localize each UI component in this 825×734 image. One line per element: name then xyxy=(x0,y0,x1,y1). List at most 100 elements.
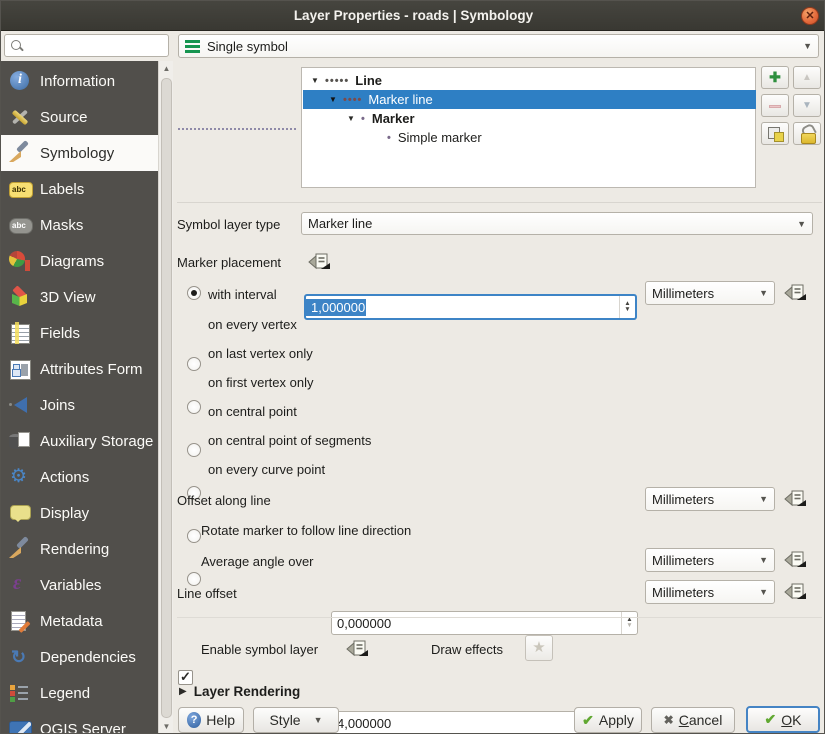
tree-row-marker[interactable]: ▼ • Marker xyxy=(303,109,756,128)
diagrams-icon xyxy=(9,250,31,272)
chevron-down-icon: ▼ xyxy=(759,494,768,504)
radio-on-every-vertex[interactable] xyxy=(187,357,201,371)
search-input[interactable] xyxy=(25,36,163,55)
average-angle-over-unit-combo[interactable]: Millimeters ▼ xyxy=(645,548,775,572)
sidebar-item-information[interactable]: Information xyxy=(1,63,158,99)
sidebar-item-actions[interactable]: Actions xyxy=(1,459,158,495)
rendering-icon xyxy=(9,538,31,560)
radio-on-central-point-of-segments[interactable] xyxy=(187,529,201,543)
symbol-layer-type-label: Symbol layer type xyxy=(177,217,280,232)
line-offset-unit-combo[interactable]: Millimeters ▼ xyxy=(645,580,775,604)
symbol-layer-type-combo[interactable]: Marker line ▼ xyxy=(301,212,813,235)
duplicate-symbol-layer-button[interactable] xyxy=(761,122,789,145)
cancel-button[interactable]: ✖ Cancel xyxy=(651,707,735,733)
sidebar-item-display[interactable]: Display xyxy=(1,495,158,531)
chevron-down-icon: ▼ xyxy=(803,41,812,51)
move-up-button[interactable]: ▲ xyxy=(793,66,821,89)
line-symbol-icon: ••••• xyxy=(325,75,349,87)
help-button[interactable]: ? Help xyxy=(178,707,244,733)
offset-along-line-spinbox[interactable]: 0,000000 ▲▼ xyxy=(331,611,638,635)
move-down-button[interactable]: ▼ xyxy=(793,94,821,117)
radio-on-last-vertex-only[interactable] xyxy=(187,400,201,414)
sidebar-item-labels[interactable]: Labels xyxy=(1,171,158,207)
sidebar-item-source[interactable]: Source xyxy=(1,99,158,135)
remove-symbol-layer-button[interactable] xyxy=(761,94,789,117)
tree-row-marker-line[interactable]: ▼ •••• Marker line xyxy=(303,90,756,109)
marker-placement-label: Marker placement xyxy=(177,255,281,270)
on-every-curve-point-label: on every curve point xyxy=(208,462,325,477)
chevron-down-icon: ▼ xyxy=(759,288,768,298)
actions-icon xyxy=(9,466,31,488)
legend-icon xyxy=(9,682,31,704)
window-title: Layer Properties - roads | Symbology xyxy=(294,8,533,23)
divider xyxy=(177,617,822,618)
tree-row-line[interactable]: ▼ ••••• Line xyxy=(303,71,756,90)
auxiliary-storage-icon xyxy=(9,430,31,452)
tree-row-simple-marker[interactable]: • Simple marker xyxy=(303,128,756,147)
with-interval-label: with interval xyxy=(208,287,277,302)
lock-colors-button[interactable] xyxy=(793,122,821,145)
dependencies-icon xyxy=(9,646,31,668)
3d-view-icon xyxy=(9,286,31,308)
data-defined-override-icon[interactable] xyxy=(784,283,807,302)
interval-unit-combo[interactable]: Millimeters ▼ xyxy=(645,281,775,305)
spin-down-icon[interactable]: ▼ xyxy=(626,623,632,629)
add-symbol-layer-button[interactable]: ✚ xyxy=(761,66,789,89)
check-icon: ✔ xyxy=(582,712,594,729)
data-defined-override-icon[interactable] xyxy=(346,639,369,658)
scroll-down-icon[interactable]: ▼ xyxy=(159,719,174,734)
effects-properties-button[interactable]: ★ xyxy=(525,635,553,661)
sidebar-item-metadata[interactable]: Metadata xyxy=(1,603,158,639)
close-icon[interactable]: ✕ xyxy=(801,7,819,25)
labels-icon xyxy=(9,178,31,200)
expand-arrow-icon[interactable]: ▼ xyxy=(329,95,343,104)
radio-on-every-curve-point[interactable] xyxy=(187,572,201,586)
scrollbar-thumb[interactable] xyxy=(161,78,172,718)
sidebar-item-joins[interactable]: Joins xyxy=(1,387,158,423)
spin-down-icon[interactable]: ▼ xyxy=(624,307,630,313)
sidebar-item-3d-view[interactable]: 3D View xyxy=(1,279,158,315)
ok-button[interactable]: ✔ OK xyxy=(746,706,820,733)
renderer-combo[interactable]: Single symbol ▼ xyxy=(178,34,819,58)
sidebar-item-dependencies[interactable]: Dependencies xyxy=(1,639,158,675)
layer-rendering-section[interactable]: ▶ Layer Rendering xyxy=(179,684,300,699)
radio-on-first-vertex-only[interactable] xyxy=(187,443,201,457)
sidebar-item-legend[interactable]: Legend xyxy=(1,675,158,711)
splitter-handle[interactable] xyxy=(178,128,296,130)
sidebar-item-fields[interactable]: Fields xyxy=(1,315,158,351)
on-first-vertex-only-label: on first vertex only xyxy=(208,375,314,390)
source-icon xyxy=(9,106,31,128)
sidebar-item-attributes-form[interactable]: Attributes Form xyxy=(1,351,158,387)
sidebar-item-diagrams[interactable]: Diagrams xyxy=(1,243,158,279)
apply-button[interactable]: ✔ Apply xyxy=(574,707,642,733)
sidebar-item-variables[interactable]: Variables xyxy=(1,567,158,603)
sidebar-item-symbology[interactable]: Symbology xyxy=(1,135,158,171)
interval-spinbox[interactable]: 1,000000 ▲▼ xyxy=(304,294,637,320)
symbology-icon xyxy=(9,142,31,164)
plus-icon: ✚ xyxy=(769,69,781,85)
radio-with-interval[interactable] xyxy=(187,286,201,300)
data-defined-override-icon[interactable] xyxy=(784,550,807,569)
information-icon xyxy=(9,70,31,92)
data-defined-override-icon[interactable] xyxy=(784,582,807,601)
expand-arrow-icon[interactable]: ▼ xyxy=(311,76,325,85)
search-box xyxy=(4,34,169,57)
x-icon: ✖ xyxy=(664,713,674,727)
sidebar-item-masks[interactable]: Masks xyxy=(1,207,158,243)
offset-along-line-unit-combo[interactable]: Millimeters ▼ xyxy=(645,487,775,511)
chevron-down-icon: ▼ xyxy=(314,715,323,725)
renderer-value: Single symbol xyxy=(207,39,288,54)
sidebar-item-rendering[interactable]: Rendering xyxy=(1,531,158,567)
sidebar-item-qgis-server[interactable]: QGIS Server xyxy=(1,711,158,734)
qgis-server-icon xyxy=(9,718,31,734)
sidebar-item-auxiliary-storage[interactable]: Auxiliary Storage xyxy=(1,423,158,459)
scroll-up-icon[interactable]: ▲ xyxy=(159,61,174,77)
rotate-marker-checkbox[interactable] xyxy=(178,670,193,685)
data-defined-override-icon[interactable] xyxy=(784,489,807,508)
expand-arrow-icon[interactable]: ▼ xyxy=(347,114,361,123)
title-bar[interactable]: Layer Properties - roads | Symbology ✕ xyxy=(1,1,825,31)
style-button[interactable]: Style ▼ xyxy=(253,707,339,733)
single-symbol-icon xyxy=(185,40,200,53)
sidebar-scrollbar[interactable]: ▲ ▼ xyxy=(158,61,173,734)
data-defined-override-icon[interactable] xyxy=(308,252,331,271)
